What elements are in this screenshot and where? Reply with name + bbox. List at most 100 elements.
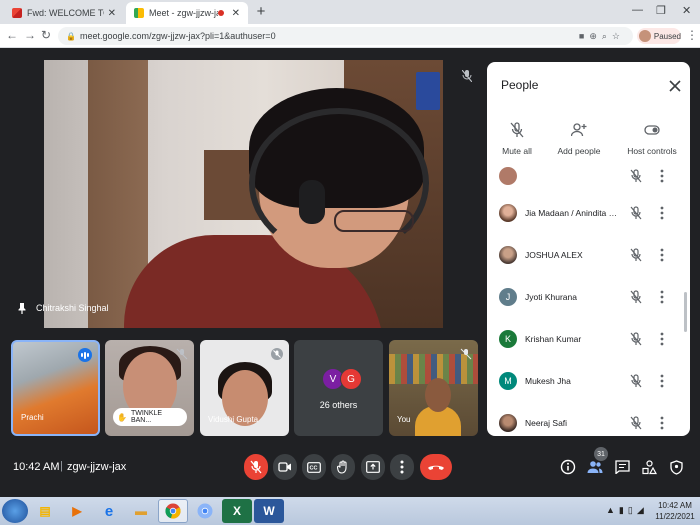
activities-button[interactable] [640, 458, 658, 476]
new-tab-button[interactable]: + [252, 3, 270, 21]
mic-off-icon[interactable] [630, 248, 642, 262]
participant-tile[interactable]: Prachi [11, 340, 100, 436]
meeting-time: 10:42 AM [13, 461, 60, 473]
more-vert-icon[interactable] [658, 374, 666, 388]
add-people-button[interactable]: Add people [553, 122, 605, 156]
tab-meet[interactable]: Meet - zgw-jjzw-jax ✕ [126, 2, 248, 24]
omnibox-tools-icon[interactable]: ■⊕⌕☆ [579, 31, 625, 42]
start-button[interactable] [2, 499, 28, 523]
explorer-icon[interactable]: ▤ [30, 499, 60, 523]
main-speaker-name: Chitrakshi Singhal [36, 303, 109, 313]
minimize-icon[interactable]: — [632, 4, 643, 16]
word-icon[interactable]: W [254, 499, 284, 523]
tab-title: Fwd: WELCOME TO BOOKAROO [27, 8, 104, 18]
chrome-icon [197, 503, 213, 519]
excel-icon[interactable]: X [222, 499, 252, 523]
more-vert-icon[interactable] [658, 290, 666, 304]
tab-gmail[interactable]: Fwd: WELCOME TO BOOKAROO ✕ [4, 2, 124, 24]
mic-off-icon[interactable] [630, 290, 642, 304]
browser-menu-icon[interactable]: ⋮ [686, 28, 698, 42]
list-item[interactable]: JOSHUA ALEX [487, 236, 683, 278]
clock-time: 10:42 AM [658, 501, 692, 510]
more-vert-icon[interactable] [658, 332, 666, 346]
mic-off-icon[interactable] [630, 169, 642, 183]
close-icon[interactable]: ✕ [108, 8, 116, 19]
mic-off-icon[interactable] [630, 206, 642, 220]
list-item[interactable]: Neeraj Safi [487, 404, 683, 436]
more-vert-icon [400, 460, 404, 474]
more-vert-icon[interactable] [658, 206, 666, 220]
avatar [499, 414, 517, 432]
taskbar-clock[interactable]: 10:42 AM 11/22/2021 [654, 500, 696, 522]
hang-up-icon [428, 465, 444, 470]
speaker-glasses [334, 210, 414, 232]
participant-name: Krishan Kumar [525, 334, 582, 344]
close-window-icon[interactable]: ✕ [682, 4, 691, 17]
list-item[interactable]: Jia Madaan / Anindita Ch... [487, 194, 683, 236]
profile-button[interactable]: Paused [637, 28, 681, 44]
close-icon[interactable]: ✕ [232, 8, 240, 19]
more-options-button[interactable] [390, 454, 414, 480]
avatar: G [340, 368, 362, 390]
system-tray-icons[interactable]: ▲▮▯◢ [606, 505, 648, 516]
chrome-icon[interactable] [190, 499, 220, 523]
chrome-icon[interactable] [158, 499, 188, 523]
avatar [499, 204, 517, 222]
participant-name: Mukesh Jha [525, 376, 571, 386]
list-item[interactable]: M Mukesh Jha [487, 362, 683, 404]
headset-band [249, 108, 429, 258]
raise-hand-button[interactable] [331, 454, 355, 480]
shield-icon [669, 459, 683, 475]
mic-off-icon[interactable] [630, 416, 642, 430]
mute-all-button[interactable]: Mute all [497, 122, 537, 156]
participant-tile[interactable]: Vidushi Gupta [200, 340, 289, 436]
forward-arrow-icon[interactable]: → [24, 28, 36, 42]
leave-call-button[interactable] [420, 454, 452, 480]
list-item[interactable]: J Jyoti Khurana [487, 278, 683, 320]
host-controls-button[interactable] [667, 458, 685, 476]
meeting-details-button[interactable] [559, 458, 577, 476]
list-item[interactable]: K Krishan Kumar [487, 320, 683, 362]
url-field[interactable]: 🔒 meet.google.com/zgw-jjzw-jax?pli=1&aut… [58, 27, 633, 45]
hand-icon: ✋ [117, 412, 127, 422]
mic-off-icon[interactable] [630, 332, 642, 346]
maximize-icon[interactable]: ❐ [656, 4, 666, 17]
others-tile[interactable]: V G 26 others [294, 340, 383, 436]
back-arrow-icon[interactable]: ← [6, 28, 18, 42]
info-icon [560, 459, 576, 475]
close-icon[interactable] [669, 80, 681, 92]
chat-button[interactable] [613, 458, 631, 476]
more-vert-icon[interactable] [658, 169, 666, 183]
camera-button[interactable] [273, 454, 297, 480]
main-speaker-video[interactable] [44, 60, 443, 328]
mic-off-icon [460, 348, 472, 360]
chrome-icon [165, 503, 181, 519]
address-bar-row: ← → ↻ 🔒 meet.google.com/zgw-jjzw-jax?pli… [0, 24, 700, 48]
host-controls-button[interactable]: Host controls [621, 122, 683, 156]
gmail-icon [12, 8, 22, 18]
captions-button[interactable]: CC [302, 454, 326, 480]
recording-dot-icon [217, 10, 224, 16]
participant-tile[interactable]: ✋ TWINKLE BAN... [105, 340, 194, 436]
media-player-icon[interactable]: ▶ [62, 499, 92, 523]
mic-off-icon [250, 460, 262, 474]
people-panel: People Mute all Add people Host controls… [487, 62, 690, 436]
windows-taskbar: ▤ ▶ e ▬ X W ▲▮▯◢ 10:42 AM 11/22/2021 [0, 497, 700, 525]
self-tile[interactable]: You [389, 340, 478, 436]
present-button[interactable] [361, 454, 385, 480]
more-vert-icon[interactable] [658, 416, 666, 430]
main-speaker-label: Chitrakshi Singhal [16, 302, 109, 314]
list-item[interactable] [487, 157, 683, 199]
svg-text:CC: CC [310, 465, 318, 471]
more-vert-icon[interactable] [658, 248, 666, 262]
mic-off-icon[interactable] [630, 374, 642, 388]
microphone-button[interactable] [244, 454, 268, 480]
avatar: K [499, 330, 517, 348]
internet-explorer-icon[interactable]: e [94, 499, 124, 523]
avatar [639, 30, 651, 42]
participant-list[interactable]: Jia Madaan / Anindita Ch... JOSHUA ALEX … [487, 167, 690, 436]
scrollbar[interactable] [684, 292, 687, 332]
pin-icon[interactable] [16, 302, 28, 314]
file-explorer-icon[interactable]: ▬ [126, 499, 156, 523]
reload-icon[interactable]: ↻ [41, 28, 51, 42]
